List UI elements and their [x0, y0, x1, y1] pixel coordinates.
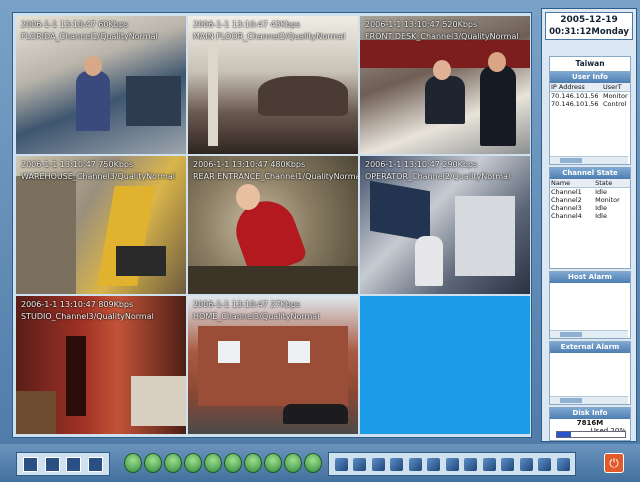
- camera-tile-6[interactable]: 2006-1-1 13:10:47 290Kbps OPERATOR_Chann…: [360, 156, 530, 294]
- disk-info-section: Disk Info 7816M Used 20%: [549, 407, 631, 441]
- col-ip-address: IP Address: [550, 83, 602, 92]
- camera-4-label: WAREHOUSE_Channel3/QualityNormal: [21, 172, 176, 181]
- disk-size: 7816M: [576, 419, 604, 427]
- app-window: 2006-1-1 13:10:47 60Kbps FLORIDA_Channel…: [0, 0, 640, 482]
- clock-date: 2005-12-19: [560, 15, 618, 25]
- camera-tile-9-empty[interactable]: [360, 296, 530, 434]
- iris-open-icon[interactable]: [284, 453, 302, 473]
- external-alarm-scrollbar[interactable]: [550, 396, 628, 404]
- camera-tile-3[interactable]: 2006-1-1 13:10:47 520Kbps FRONT DESK_Cha…: [360, 16, 530, 154]
- video-grid: 2006-1-1 13:10:47 60Kbps FLORIDA_Channel…: [12, 12, 532, 438]
- col-state: State: [594, 179, 630, 188]
- ptz-down-icon[interactable]: [144, 453, 162, 473]
- users-icon[interactable]: [538, 457, 551, 471]
- user-info-scrollbar[interactable]: [550, 156, 628, 164]
- tools-icon[interactable]: [556, 457, 570, 471]
- focus-near-icon[interactable]: [244, 453, 262, 473]
- channel-state-title: Channel State: [550, 168, 630, 179]
- camera-tile-8[interactable]: 2006-1-1 13:10:47 27Kbps HOME_Channel3/Q…: [188, 296, 358, 434]
- camera-tile-4[interactable]: 2006-1-1 13:10:47 750Kbps WAREHOUSE_Chan…: [16, 156, 186, 294]
- channel-state-section: Channel State Name State Channel1 Idle Ch…: [549, 167, 631, 269]
- iris-close-icon[interactable]: [304, 453, 322, 473]
- table-row[interactable]: Channel2 Monitor: [550, 196, 630, 204]
- camera-1-stats: 2006-1-1 13:10:47 60Kbps: [21, 20, 129, 29]
- col-name: Name: [550, 179, 595, 188]
- snapshot-icon[interactable]: [371, 457, 385, 471]
- camera-2-label: MAIN FLOOR_Channel2/QualityNormal: [193, 32, 346, 41]
- camera-8-label: HOME_Channel3/QualityNormal: [193, 312, 320, 321]
- clock-time: 00:31:12Monday: [549, 27, 629, 37]
- layout-4x4-icon[interactable]: [87, 456, 103, 472]
- globe-icon[interactable]: [519, 457, 533, 471]
- focus-far-icon[interactable]: [264, 453, 282, 473]
- channel-state-table: Name State Channel1 Idle Channel2 Monitor …: [550, 179, 630, 220]
- schedule-icon[interactable]: [464, 457, 477, 471]
- network-icon[interactable]: [427, 457, 440, 471]
- layout-2x2-icon[interactable]: [44, 456, 60, 472]
- camera-tile-1[interactable]: 2006-1-1 13:10:47 60Kbps FLORIDA_Channel…: [16, 16, 186, 154]
- layout-3x3-icon[interactable]: [66, 456, 82, 472]
- camera-1-label: FLORIDA_Channel1/QualityNormal: [21, 32, 158, 41]
- camera-6-label: OPERATOR_Channel2/QualityNormal: [365, 172, 511, 181]
- table-row[interactable]: Channel3 Idle: [550, 204, 630, 212]
- ptz-left-icon[interactable]: [164, 453, 182, 473]
- disk-info-title: Disk Info: [550, 408, 630, 419]
- host-alarm-section: Host Alarm: [549, 271, 631, 339]
- playback-icon[interactable]: [353, 457, 366, 471]
- camera-tile-2[interactable]: 2006-1-1 13:10:47 43Kbps MAIN FLOOR_Chan…: [188, 16, 358, 154]
- table-row[interactable]: 70.146.101.56 Monitor: [550, 92, 630, 101]
- table-row[interactable]: Channel4 Idle: [550, 212, 630, 220]
- user-info-section: User Info IP Address UserT 70.146.101.56…: [549, 71, 631, 165]
- external-alarm-section: External Alarm: [549, 341, 631, 405]
- zoom-in-icon[interactable]: [204, 453, 222, 473]
- camera-8-stats: 2006-1-1 13:10:47 27Kbps: [193, 300, 301, 309]
- camera-tile-7[interactable]: 2006-1-1 13:10:47 809Kbps STUDIO_Channel…: [16, 296, 186, 434]
- camera-7-label: STUDIO_Channel3/QualityNormal: [21, 312, 154, 321]
- camera-3-stats: 2006-1-1 13:10:47 520Kbps: [365, 20, 478, 29]
- info-panel: 2005-12-19 00:31:12Monday Taiwan User In…: [541, 8, 637, 442]
- region-label: Taiwan: [549, 56, 631, 72]
- log-icon[interactable]: [501, 457, 514, 471]
- camera-5-label: REAR ENTRANCE_Channel1/QualityNormal: [193, 172, 358, 181]
- col-user-type: UserT: [601, 83, 630, 92]
- camera-6-stats: 2006-1-1 13:10:47 290Kbps: [365, 160, 478, 169]
- layout-1x1-icon[interactable]: [23, 456, 39, 472]
- camera-2-stats: 2006-1-1 13:10:47 43Kbps: [193, 20, 301, 29]
- host-alarm-scrollbar[interactable]: [550, 330, 628, 338]
- external-alarm-title: External Alarm: [550, 342, 630, 353]
- user-info-title: User Info: [550, 72, 630, 83]
- disk-usage-bar: [556, 431, 626, 438]
- bottom-toolbar: ⏻: [0, 444, 640, 482]
- table-row[interactable]: 70.146.101.56 Control: [550, 100, 630, 108]
- alarm-icon[interactable]: [445, 457, 459, 471]
- user-info-table: IP Address UserT 70.146.101.56 Monitor 7…: [550, 83, 630, 108]
- host-alarm-title: Host Alarm: [550, 272, 630, 283]
- ptz-controls: [124, 452, 322, 474]
- ptz-right-icon[interactable]: [184, 453, 202, 473]
- user-icon[interactable]: [482, 457, 496, 471]
- ptz-up-icon[interactable]: [124, 453, 142, 473]
- power-icon[interactable]: ⏻: [604, 453, 624, 473]
- camera-7-stats: 2006-1-1 13:10:47 809Kbps: [21, 300, 134, 309]
- camera-3-label: FRONT DESK_Channel3/QualityNormal: [365, 32, 519, 41]
- clock-display: 2005-12-19 00:31:12Monday: [545, 12, 633, 40]
- camera-4-stats: 2006-1-1 13:10:47 750Kbps: [21, 160, 134, 169]
- layout-selector: [16, 452, 110, 476]
- monitor-icon[interactable]: [390, 457, 403, 471]
- record-icon[interactable]: [334, 457, 348, 471]
- table-row[interactable]: Channel1 Idle: [550, 188, 630, 197]
- zoom-out-icon[interactable]: [224, 453, 242, 473]
- settings-icon[interactable]: [408, 457, 422, 471]
- camera-tile-5[interactable]: 2006-1-1 13:10:47 480Kbps REAR ENTRANCE_…: [188, 156, 358, 294]
- tool-bar: [328, 452, 576, 476]
- camera-5-stats: 2006-1-1 13:10:47 480Kbps: [193, 160, 306, 169]
